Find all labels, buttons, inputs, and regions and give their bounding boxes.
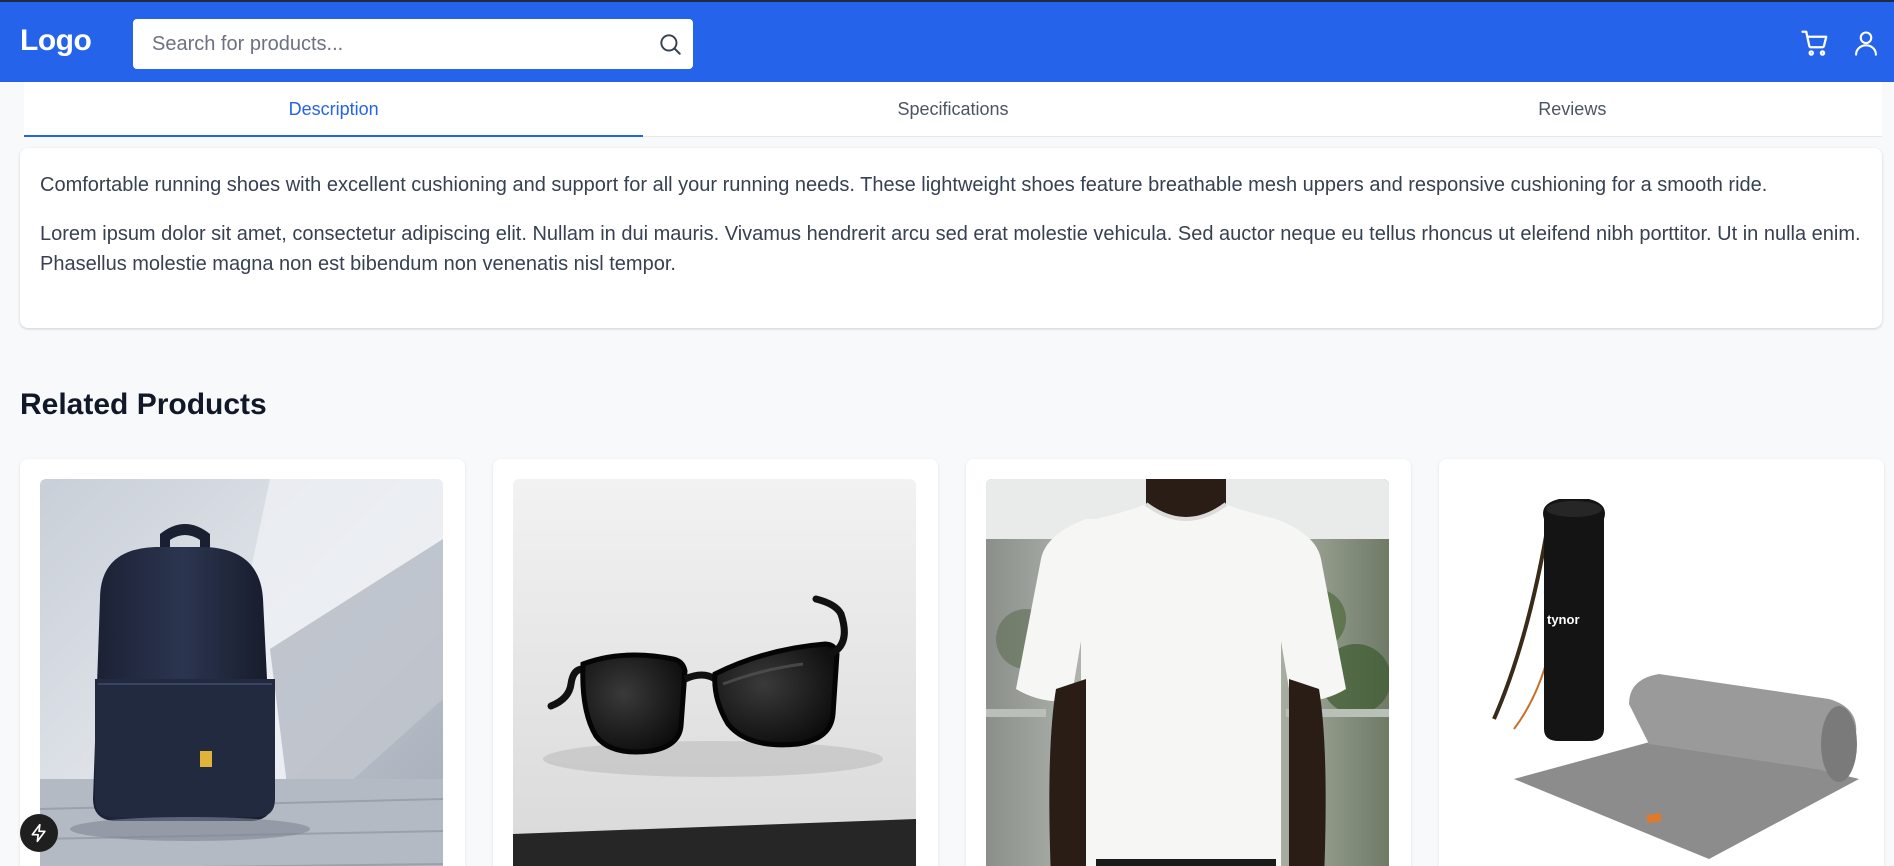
brand-label: tynor (1547, 612, 1580, 627)
top-navbar: Logo (0, 0, 1894, 82)
sunglasses-image[interactable] (513, 479, 916, 866)
description-paragraph: Comfortable running shoes with excellent… (40, 174, 1768, 196)
cart-icon[interactable] (1800, 28, 1830, 58)
product-card[interactable] (493, 459, 938, 866)
tab-reviews[interactable]: Reviews (1263, 82, 1882, 136)
search-bar (133, 19, 693, 69)
description-panel: Comfortable running shoes with excellent… (20, 148, 1882, 328)
related-products-heading: Related Products (20, 388, 267, 421)
logo[interactable]: Logo (20, 24, 92, 58)
product-card[interactable] (966, 459, 1411, 866)
search-input[interactable] (133, 19, 693, 69)
search-icon[interactable] (657, 31, 683, 57)
tab-specifications[interactable]: Specifications (643, 82, 1262, 136)
yoga-mat-image[interactable]: tynor (1459, 479, 1862, 866)
product-card[interactable]: tynor (1439, 459, 1884, 866)
tshirt-image[interactable] (986, 479, 1389, 866)
backpack-image[interactable] (40, 479, 443, 866)
quick-action-button[interactable] (20, 814, 58, 852)
bolt-icon (31, 823, 46, 843)
description-paragraph: Lorem ipsum dolor sit amet, consectetur … (40, 223, 1861, 275)
product-card[interactable] (20, 459, 465, 866)
product-tabs: Description Specifications Reviews (24, 82, 1882, 137)
tab-description[interactable]: Description (24, 82, 644, 137)
user-icon[interactable] (1852, 28, 1880, 58)
